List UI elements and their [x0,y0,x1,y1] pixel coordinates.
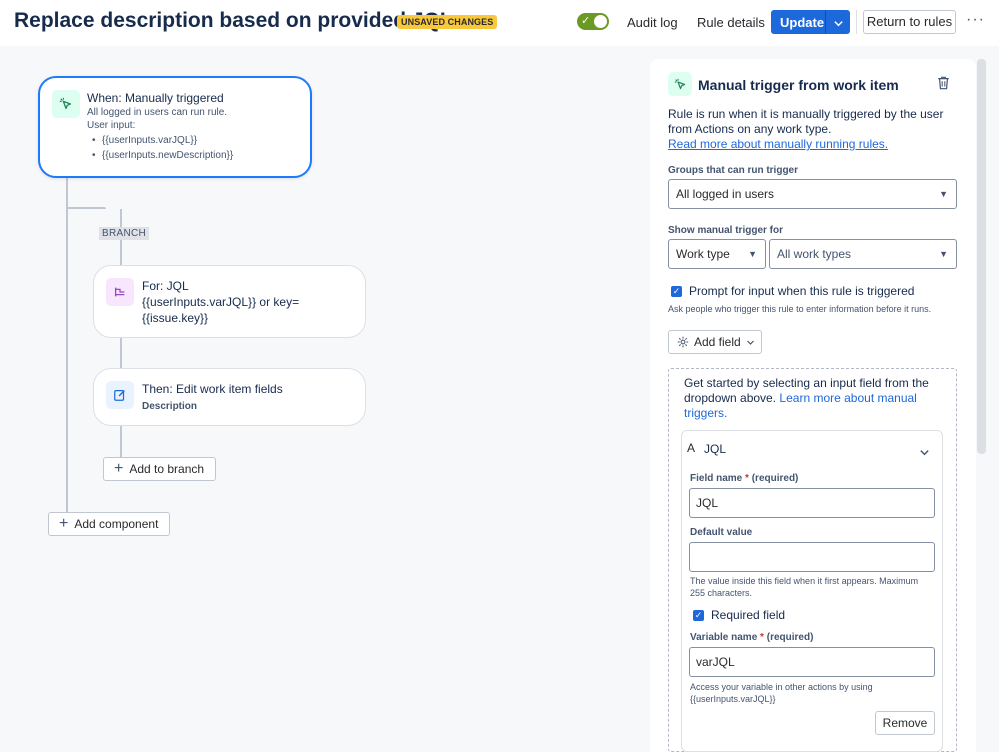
required-star: * [760,632,764,643]
return-to-rules-button[interactable]: Return to rules [863,10,956,34]
remove-field-button[interactable]: Remove [875,711,935,735]
trigger-line2: User input: [87,120,136,131]
variable-name-label: Variable name * (required) [690,632,813,643]
branch-label: BRANCH [99,227,150,240]
text-field-icon: A [687,441,696,455]
work-type-select-value: Work type [676,247,730,261]
update-button[interactable]: Update [771,10,850,34]
plus-icon: + [59,515,69,532]
add-component-button[interactable]: + Add component [48,512,170,536]
cursor-click-icon [52,90,80,118]
chevron-down-icon[interactable] [833,17,844,32]
cursor-click-icon [668,72,692,96]
required-field-checkbox[interactable]: ✓ [693,610,704,621]
chevron-down-icon[interactable] [919,445,930,463]
branch-line2: {{userInputs.varJQL}} or key= [142,295,300,309]
variable-name-help: Access your variable in other actions by… [690,682,873,704]
work-types-select-value: All work types [777,247,852,261]
required-field-label: Required field [711,608,786,622]
flow-line-branch-h [66,207,106,209]
trigger-input-bullet-2: • [92,150,96,161]
trigger-input-bullet-1: • [92,135,96,146]
action-node[interactable]: Then: Edit work item fields Description [93,368,366,426]
add-to-branch-button[interactable]: + Add to branch [103,457,216,481]
get-started-text: Get started by selecting an input field … [684,376,938,421]
trigger-node[interactable]: When: Manually triggered All logged in u… [38,76,312,178]
header-divider [856,10,857,34]
field-name-label: Field name * (required) [690,473,798,484]
audit-log-button[interactable]: Audit log [627,10,678,34]
flow-line-branch-v3 [120,425,122,458]
add-to-branch-label: Add to branch [129,462,205,476]
toggle-knob [594,15,607,28]
rule-details-button[interactable]: Rule details [697,10,765,34]
variable-name-label-text: Variable name [690,632,758,643]
work-type-select[interactable]: Work type ▼ [668,239,766,269]
field-type-label: JQL [704,442,727,456]
check-icon: ✓ [581,15,591,27]
trash-icon[interactable] [937,76,950,95]
branch-line1: For: JQL [142,279,189,293]
panel-scrollbar[interactable] [977,59,986,454]
default-value-help: The value inside this field when it firs… [690,576,919,598]
groups-select-value: All logged in users [676,187,775,201]
field-name-label-text: Field name [690,473,743,484]
gear-icon [677,336,689,348]
more-options-icon[interactable]: ··· [966,11,985,29]
trigger-input-1: {{userInputs.varJQL}} [102,135,198,146]
chevron-down-icon: ▼ [939,189,948,199]
field-name-input[interactable]: JQL [689,488,935,518]
default-value-label: Default value [690,527,753,538]
prompt-help: Ask people who trigger this rule to ente… [668,304,932,314]
header: Replace description based on provided JQ… [0,0,999,46]
plus-icon: + [114,460,124,477]
flow-line-main [66,177,68,513]
edit-icon [106,381,134,409]
prompt-label: Prompt for input when this rule is trigg… [689,284,915,298]
default-value-input[interactable] [689,542,935,572]
page-title: Replace description based on provided JQ… [14,9,453,32]
variable-name-input[interactable]: varJQL [689,647,935,677]
action-title: Then: Edit work item fields [142,382,283,396]
required-star: * [745,473,749,484]
add-field-button[interactable]: Add field [668,330,762,354]
groups-label: Groups that can run trigger [668,165,799,176]
show-for-label: Show manual trigger for [668,225,784,236]
groups-select[interactable]: All logged in users ▼ [668,179,957,209]
action-sub: Description [142,401,198,412]
panel-description: Rule is run when it is manually triggere… [668,107,944,136]
read-more-link[interactable]: Read more about manually running rules. [668,137,888,152]
chevron-down-icon [746,338,755,347]
add-component-label: Add component [74,517,159,531]
work-types-select[interactable]: All work types ▼ [769,239,957,269]
prompt-checkbox[interactable]: ✓ [671,286,682,297]
branch-node[interactable]: For: JQL {{userInputs.varJQL}} or key= {… [93,265,366,338]
update-label: Update [780,15,825,30]
rule-enabled-toggle[interactable]: ✓ [577,13,609,30]
trigger-input-2: {{userInputs.newDescription}} [102,150,234,161]
required-text: (required) [751,473,799,484]
unsaved-changes-badge: UNSAVED CHANGES [397,15,498,29]
trigger-title: When: Manually triggered [87,91,224,105]
required-text: (required) [766,632,814,643]
add-field-label: Add field [694,335,741,349]
flow-line-branch-v2 [120,337,122,369]
chevron-down-icon: ▼ [748,249,757,259]
update-divider [825,10,826,34]
chevron-down-icon: ▼ [939,249,948,259]
branch-icon [106,278,134,306]
panel-title: Manual trigger from work item [698,77,899,93]
branch-line3: {{issue.key}} [142,311,209,325]
